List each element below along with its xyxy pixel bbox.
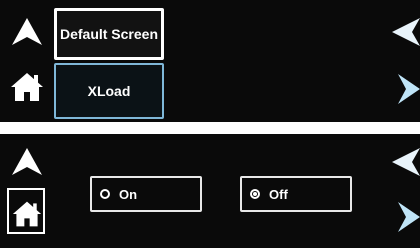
next-arrow-icon[interactable] (398, 202, 420, 232)
default-screen-button[interactable]: Default Screen (54, 8, 164, 60)
up-arrow-icon[interactable] (12, 18, 42, 46)
on-label: On (119, 186, 138, 202)
home-icon[interactable] (10, 72, 44, 102)
xload-label: XLoad (87, 83, 131, 99)
menu-screen: Default Screen XLoad (0, 0, 420, 122)
home-button[interactable] (7, 188, 45, 234)
back-arrow-icon[interactable] (392, 148, 420, 176)
xload-button[interactable]: XLoad (54, 63, 164, 119)
next-arrow-icon[interactable] (398, 74, 420, 104)
default-screen-label: Default Screen (59, 26, 159, 42)
radio-unchecked-icon (100, 189, 110, 199)
on-option[interactable]: On (90, 176, 202, 212)
back-arrow-icon[interactable] (392, 18, 420, 46)
radio-checked-icon (250, 189, 260, 199)
home-icon (12, 201, 42, 227)
off-option[interactable]: Off (240, 176, 352, 212)
setting-screen: On Off (0, 134, 420, 248)
up-arrow-icon[interactable] (12, 148, 42, 176)
off-label: Off (269, 186, 288, 202)
